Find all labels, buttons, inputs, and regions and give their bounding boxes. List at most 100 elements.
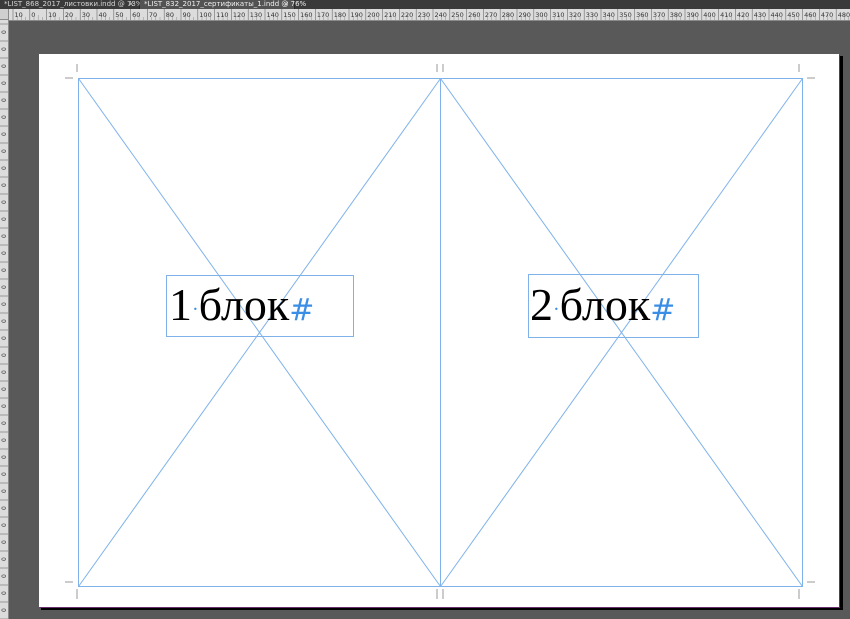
ruler-tick-label: 0 <box>1 608 8 612</box>
tab-list-832[interactable]: *LIST_832_2017_сертификаты_1.indd @ 76% … <box>140 0 306 9</box>
ruler-tick-label: 0 <box>1 200 8 204</box>
block-number: 2 <box>530 279 553 330</box>
ruler-tick-label: 420 <box>737 11 749 19</box>
ruler-tick-label: 450 <box>787 11 799 19</box>
ruler-tick-label: 290 <box>519 11 531 19</box>
space-marker: · <box>192 298 199 321</box>
block-word: блок <box>559 279 651 330</box>
vertical-ruler[interactable]: 000000000000000000000000000000000000 <box>0 20 9 619</box>
tab-label: *LIST_868_2017_листовки.indd @ 73% <box>4 0 143 8</box>
document-page[interactable]: 1·блок# 2·блок# <box>39 54 839 607</box>
close-icon[interactable]: × <box>128 0 134 9</box>
ruler-tick-label: 110 <box>216 11 228 19</box>
ruler-tick-label: 0 <box>1 251 8 255</box>
ruler-tick-label: 0 <box>1 268 8 272</box>
ruler-tick-label: 350 <box>619 11 631 19</box>
ruler-tick-label: 0 <box>1 285 8 289</box>
ruler-tick-label: 320 <box>569 11 581 19</box>
ruler-tick-label: 160 <box>300 11 312 19</box>
ruler-tick-label: 10 <box>15 11 23 19</box>
ruler-tick-label: 100 <box>199 11 211 19</box>
ruler-tick-label: 0 <box>1 149 8 153</box>
ruler-tick-label: 210 <box>384 11 396 19</box>
pasteboard[interactable]: 1·блок# 2·блок# <box>9 20 850 619</box>
ruler-tick-label: 480 <box>838 11 850 19</box>
ruler-tick-label: 0 <box>1 98 8 102</box>
space-marker: · <box>553 298 560 321</box>
ruler-tick-label: 430 <box>754 11 766 19</box>
ruler-tick-label: 370 <box>653 11 665 19</box>
close-icon[interactable]: × <box>283 0 289 9</box>
block-word: блок <box>198 279 290 330</box>
ruler-tick-label: 40 <box>99 11 107 19</box>
ruler-tick-label: 0 <box>1 438 8 442</box>
tab-label: *LIST_832_2017_сертификаты_1.indd @ 76% <box>144 0 307 8</box>
ruler-tick-label: 0 <box>1 387 8 391</box>
ruler-tick-label: 20 <box>65 11 73 19</box>
end-of-story-marker: # <box>289 293 315 328</box>
ruler-tick-label: 0 <box>31 11 35 19</box>
ruler-tick-label: 330 <box>586 11 598 19</box>
tab-list-868[interactable]: *LIST_868_2017_листовки.indd @ 73% × <box>0 0 143 9</box>
end-of-story-marker: # <box>650 293 676 328</box>
ruler-tick-label: 0 <box>1 81 8 85</box>
ruler-tick-label: 0 <box>1 489 8 493</box>
ruler-tick-label: 140 <box>267 11 279 19</box>
ruler-tick-label: 0 <box>1 506 8 510</box>
ruler-tick-label: 440 <box>771 11 783 19</box>
ruler-tick-label: 0 <box>1 234 8 238</box>
ruler-tick-label: 0 <box>1 370 8 374</box>
ruler-tick-label: 280 <box>502 11 514 19</box>
ruler-tick-label: 0 <box>1 540 8 544</box>
ruler-tick-label: 300 <box>535 11 547 19</box>
ruler-tick-label: 260 <box>468 11 480 19</box>
ruler-tick-label: 310 <box>552 11 564 19</box>
ruler-tick-label: 190 <box>351 11 363 19</box>
block-number: 1 <box>169 279 192 330</box>
ruler-tick-label: 0 <box>1 64 8 68</box>
ruler-tick-label: 200 <box>367 11 379 19</box>
horizontal-ruler-ticks: 10 0 10 20 30 40 50 60 70 80 90 100 110 120 130 140 150 1… <box>12 9 850 20</box>
ruler-tick-label: 360 <box>636 11 648 19</box>
ruler-corner[interactable] <box>0 9 9 20</box>
ruler-tick-label: 380 <box>670 11 682 19</box>
ruler-tick-label: 0 <box>1 455 8 459</box>
ruler-tick-label: 0 <box>1 574 8 578</box>
ruler-tick-label: 0 <box>1 336 8 340</box>
ruler-tick-label: 340 <box>603 11 615 19</box>
ruler-tick-label: 400 <box>703 11 715 19</box>
ruler-tick-label: 0 <box>1 302 8 306</box>
ruler-tick-label: 10 <box>48 11 56 19</box>
ruler-tick-label: 270 <box>485 11 497 19</box>
ruler-tick-label: 150 <box>283 11 295 19</box>
ruler-tick-label: 130 <box>250 11 262 19</box>
text-frame-1[interactable]: 1·блок# <box>169 276 314 340</box>
ruler-tick-label: 70 <box>149 11 157 19</box>
text-frame-2[interactable]: 2·блок# <box>530 276 675 340</box>
ruler-tick-label: 410 <box>720 11 732 19</box>
ruler-tick-label: 120 <box>233 11 245 19</box>
vertical-ruler-ticks: 000000000000000000000000000000000000 <box>0 23 8 619</box>
ruler-tick-label: 0 <box>1 472 8 476</box>
ruler-tick-label: 90 <box>183 11 191 19</box>
ruler-tick-label: 220 <box>401 11 413 19</box>
ruler-tick-label: 50 <box>115 11 123 19</box>
ruler-tick-label: 240 <box>435 11 447 19</box>
ruler-tick-label: 230 <box>418 11 430 19</box>
ruler-tick-label: 0 <box>1 30 8 34</box>
ruler-tick-label: 0 <box>1 319 8 323</box>
ruler-tick-label: 0 <box>1 183 8 187</box>
ruler-tick-label: 0 <box>1 47 8 51</box>
ruler-tick-label: 0 <box>1 132 8 136</box>
ruler-tick-label: 0 <box>1 591 8 595</box>
frame-guides <box>65 64 815 599</box>
ruler-tick-label: 0 <box>1 353 8 357</box>
ruler-tick-label: 170 <box>317 11 329 19</box>
ruler-tick-label: 0 <box>1 115 8 119</box>
ruler-tick-label: 180 <box>334 11 346 19</box>
ruler-tick-label: 0 <box>1 166 8 170</box>
ruler-tick-label: 60 <box>132 11 140 19</box>
ruler-tick-label: 80 <box>166 11 174 19</box>
ruler-tick-label: 0 <box>1 421 8 425</box>
ruler-tick-label: 0 <box>1 217 8 221</box>
